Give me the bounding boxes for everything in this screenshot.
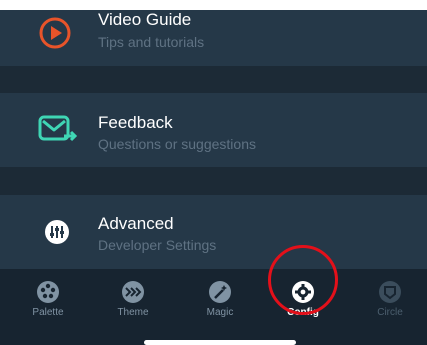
menu-item-feedback[interactable]: Feedback Questions or suggestions bbox=[0, 93, 427, 167]
menu-item-advanced[interactable]: Advanced Developer Settings bbox=[0, 195, 427, 269]
menu-item-title: Feedback bbox=[98, 113, 173, 132]
tab-label: Theme bbox=[117, 307, 149, 318]
tab-label: Magic bbox=[206, 307, 234, 318]
tab-theme[interactable]: Theme bbox=[93, 269, 173, 329]
status-bar-strip bbox=[0, 0, 427, 10]
gear-icon bbox=[292, 281, 314, 303]
menu-item-subtitle: Developer Settings bbox=[98, 237, 217, 253]
palette-icon bbox=[37, 281, 59, 303]
menu-item-video-guide[interactable]: Video Guide Tips and tutorials bbox=[0, 10, 427, 66]
menu-item-title: Video Guide bbox=[98, 10, 192, 29]
magic-wand-icon bbox=[209, 281, 231, 303]
tab-circle[interactable]: Circle bbox=[350, 269, 427, 329]
section-divider bbox=[0, 167, 427, 195]
home-indicator[interactable] bbox=[144, 340, 296, 345]
tab-config[interactable]: Config bbox=[263, 269, 343, 329]
menu-item-subtitle: Questions or suggestions bbox=[98, 136, 256, 152]
menu-item-subtitle: Tips and tutorials bbox=[98, 34, 205, 50]
menu-item-title: Advanced bbox=[98, 214, 174, 233]
tab-label: Palette bbox=[32, 307, 64, 318]
tab-palette[interactable]: Palette bbox=[8, 269, 88, 329]
theme-icon bbox=[122, 281, 144, 303]
tab-magic[interactable]: Magic bbox=[180, 269, 260, 329]
tab-bar: Palette Theme Magic Config Circle bbox=[0, 269, 427, 345]
circle-icon bbox=[379, 281, 401, 303]
tab-label: Circle bbox=[377, 307, 403, 318]
mail-forward-icon bbox=[38, 115, 78, 142]
tab-label: Config bbox=[287, 307, 319, 318]
sliders-icon bbox=[45, 220, 69, 244]
play-icon bbox=[39, 17, 71, 49]
section-divider bbox=[0, 66, 427, 93]
